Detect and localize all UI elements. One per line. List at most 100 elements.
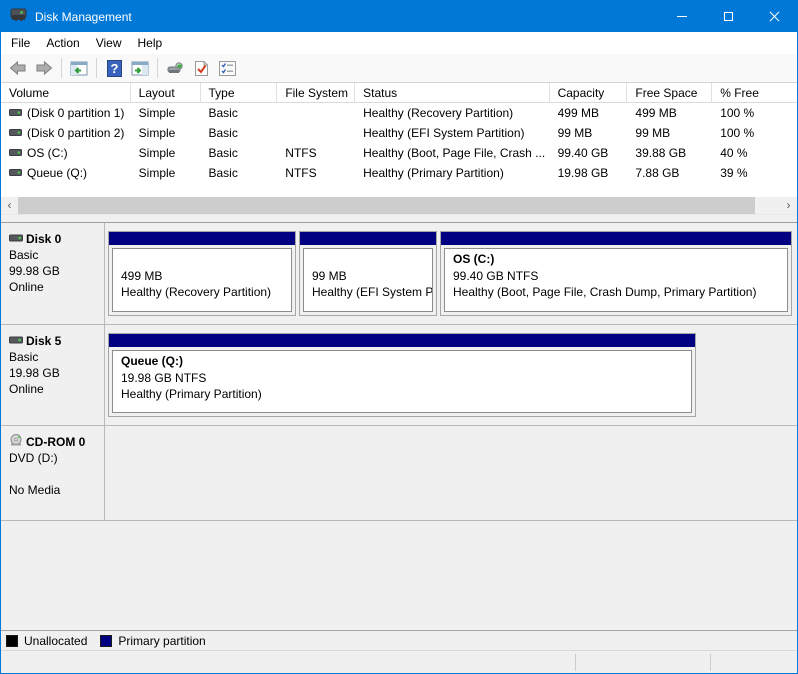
disk-name: Disk 0	[26, 232, 61, 246]
column-header-capacity[interactable]: Capacity	[550, 83, 628, 102]
partition-body[interactable]: 99 MB Healthy (EFI System Par	[303, 248, 433, 312]
cdrom0-header-pane[interactable]: CD-ROM 0 DVD (D:) No Media	[1, 426, 105, 520]
disk-name: Disk 5	[26, 334, 61, 348]
partition-body[interactable]: Queue (Q:) 19.98 GB NTFS Healthy (Primar…	[112, 350, 692, 413]
menubar: File Action View Help	[1, 32, 797, 54]
column-header-layout[interactable]: Layout	[131, 83, 201, 102]
show-action-pane-button[interactable]	[128, 56, 152, 80]
partition-color-band	[109, 334, 695, 347]
cell-pct-free: 40 %	[712, 146, 797, 160]
partition-status: Healthy (Primary Partition)	[121, 386, 691, 402]
partition-body[interactable]: OS (C:) 99.40 GB NTFS Healthy (Boot, Pag…	[444, 248, 788, 312]
close-button[interactable]	[751, 1, 797, 32]
cell-status: Healthy (EFI System Partition)	[355, 126, 549, 140]
partition-body[interactable]: 499 MB Healthy (Recovery Partition)	[112, 248, 292, 312]
volume-name: Queue (Q:)	[27, 166, 87, 180]
column-header-pct-free[interactable]: % Free	[712, 83, 797, 102]
cell-free-space: 7.88 GB	[627, 166, 712, 180]
titlebar[interactable]: Disk Management	[1, 1, 797, 32]
cell-file-system: NTFS	[277, 166, 355, 180]
back-arrow-icon	[9, 60, 27, 76]
unallocated-swatch	[6, 635, 18, 647]
disk-row-cdrom0: CD-ROM 0 DVD (D:) No Media	[1, 426, 797, 521]
cell-capacity: 499 MB	[550, 106, 628, 120]
cell-layout: Simple	[131, 106, 201, 120]
maximize-button[interactable]	[705, 1, 751, 32]
check-document-icon	[194, 60, 209, 77]
partition-title	[121, 251, 291, 268]
disk-management-window: Disk Management File Action View Help	[0, 0, 798, 674]
column-header-volume[interactable]: Volume	[1, 83, 131, 102]
disk-status: Online	[9, 381, 100, 397]
checklist-button[interactable]	[215, 56, 239, 80]
rescan-disks-button[interactable]	[163, 56, 187, 80]
volume-name: (Disk 0 partition 2)	[27, 126, 124, 140]
minimize-button[interactable]	[659, 1, 705, 32]
table-row[interactable]: OS (C:) Simple Basic NTFS Healthy (Boot,…	[1, 143, 797, 163]
partition-queue-q[interactable]: Queue (Q:) 19.98 GB NTFS Healthy (Primar…	[108, 333, 696, 417]
disk-drive-icon	[9, 232, 23, 246]
volume-name: (Disk 0 partition 1)	[27, 106, 124, 120]
window-title: Disk Management	[35, 10, 132, 24]
statusbar-separator	[575, 654, 576, 671]
column-header-type[interactable]: Type	[201, 83, 278, 102]
forward-arrow-icon	[35, 60, 53, 76]
back-button[interactable]	[6, 56, 30, 80]
scroll-right-arrow-icon[interactable]: ›	[780, 197, 797, 214]
help-button[interactable]: ?	[102, 56, 126, 80]
partition-color-band	[441, 232, 791, 245]
menu-file[interactable]: File	[3, 34, 38, 52]
cell-layout: Simple	[131, 146, 201, 160]
disk0-header-pane[interactable]: Disk 0 Basic 99.98 GB Online	[1, 223, 105, 324]
column-header-status[interactable]: Status	[355, 83, 549, 102]
cell-layout: Simple	[131, 166, 201, 180]
validate-button[interactable]	[189, 56, 213, 80]
cell-capacity: 19.98 GB	[550, 166, 628, 180]
disk5-header-pane[interactable]: Disk 5 Basic 19.98 GB Online	[1, 325, 105, 425]
pane-splitter[interactable]	[1, 215, 797, 223]
volume-icon	[9, 146, 22, 160]
show-console-tree-button[interactable]	[67, 56, 91, 80]
cell-type: Basic	[200, 126, 277, 140]
partition-size: 99.40 GB NTFS	[453, 268, 787, 284]
cell-capacity: 99 MB	[550, 126, 628, 140]
disk-status: No Media	[9, 482, 100, 498]
disk-size: 99.98 GB	[9, 263, 100, 279]
partition-os-c[interactable]: OS (C:) 99.40 GB NTFS Healthy (Boot, Pag…	[440, 231, 792, 316]
horizontal-scrollbar[interactable]: ‹ ›	[1, 197, 797, 215]
menu-help[interactable]: Help	[130, 34, 171, 52]
cell-free-space: 39.88 GB	[627, 146, 712, 160]
column-header-file-system[interactable]: File System	[277, 83, 355, 102]
cell-status: Healthy (Primary Partition)	[355, 166, 549, 180]
disk-type: Basic	[9, 247, 100, 263]
menu-view[interactable]: View	[88, 34, 130, 52]
scroll-left-arrow-icon[interactable]: ‹	[1, 197, 18, 214]
checklist-icon	[219, 61, 236, 76]
cdrom0-media-area	[105, 426, 797, 520]
partition-efi[interactable]: 99 MB Healthy (EFI System Par	[299, 231, 437, 316]
cell-pct-free: 100 %	[712, 126, 797, 140]
volume-name: OS (C:)	[27, 146, 68, 160]
disk-size	[9, 466, 100, 482]
status-bar	[1, 650, 797, 673]
scrollbar-thumb[interactable]	[18, 197, 755, 214]
forward-button[interactable]	[32, 56, 56, 80]
disk-drive-icon	[9, 334, 23, 348]
table-row[interactable]: Queue (Q:) Simple Basic NTFS Healthy (Pr…	[1, 163, 797, 183]
svg-text:?: ?	[110, 61, 118, 76]
toolbar-separator	[157, 58, 158, 78]
volume-list: Volume Layout Type File System Status Ca…	[1, 83, 797, 197]
column-header-free-space[interactable]: Free Space	[627, 83, 712, 102]
table-row[interactable]: (Disk 0 partition 1) Simple Basic Health…	[1, 103, 797, 123]
toolbar: ?	[1, 54, 797, 83]
cell-type: Basic	[200, 166, 277, 180]
disk-size: 19.98 GB	[9, 365, 100, 381]
legend-bar: Unallocated Primary partition	[1, 630, 797, 650]
legend-item-primary-partition: Primary partition	[100, 634, 205, 648]
disk0-partitions: 499 MB Healthy (Recovery Partition) 99 M…	[105, 223, 797, 324]
table-row[interactable]: (Disk 0 partition 2) Simple Basic Health…	[1, 123, 797, 143]
partition-recovery[interactable]: 499 MB Healthy (Recovery Partition)	[108, 231, 296, 316]
toolbar-separator	[96, 58, 97, 78]
show-console-tree-icon	[70, 61, 88, 76]
menu-action[interactable]: Action	[38, 34, 87, 52]
